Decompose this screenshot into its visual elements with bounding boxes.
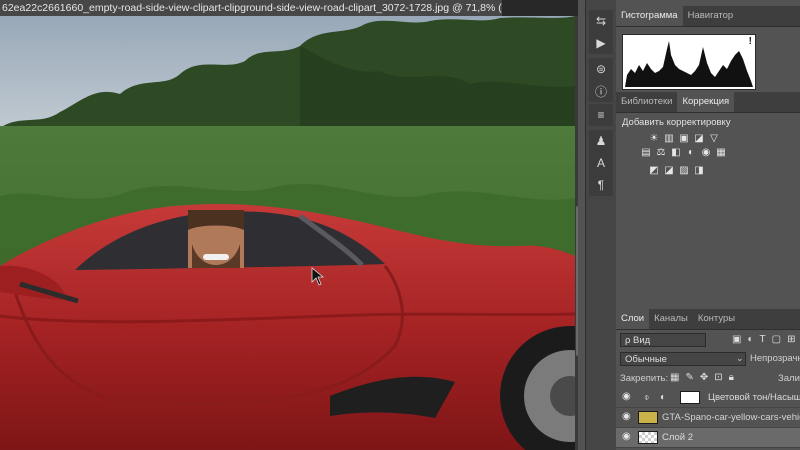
adjustments-panel: Библиотеки Коррекция Добавить корректиро… <box>616 92 800 176</box>
layer-thumbnail[interactable] <box>638 411 658 424</box>
layer-name[interactable]: Цветовой тон/Насыщенность <box>708 392 800 403</box>
filter-adjustment-icon[interactable]: ◐ <box>747 334 753 345</box>
threshold-icon[interactable]: ▨ <box>678 164 690 176</box>
color-lookup-icon[interactable]: ▦ <box>715 146 727 158</box>
collapsed-panels-strip: ⇆ ▶ ⊜ ⓘ ≡ ♟ A ¶ <box>585 0 617 450</box>
layers-tabs: Слои Каналы Контуры <box>616 309 800 330</box>
gradient-map-icon[interactable]: ◨ <box>693 164 705 176</box>
layer-comps-icon[interactable]: ⇆ <box>589 10 613 32</box>
strip-group-3: ≡ <box>589 104 613 126</box>
tab-histogram[interactable]: Гистограмма <box>616 6 683 26</box>
filter-type-icon[interactable]: T <box>760 334 766 345</box>
vibrance-icon[interactable]: ▽ <box>708 132 720 144</box>
character-icon[interactable]: A <box>589 152 613 174</box>
play-icon[interactable]: ▶ <box>589 32 613 54</box>
filter-smart-icon[interactable]: ⊞ <box>787 334 795 345</box>
paragraph-icon[interactable]: ¶ <box>589 174 613 196</box>
adjustments-row-2: ▤ ⚖ ◧ ◐ ◉ ▦ <box>640 144 727 160</box>
invert-icon[interactable]: ◩ <box>648 164 660 176</box>
histogram-tabs: Гистограмма Навигатор <box>616 6 800 27</box>
adjustments-tabs: Библиотеки Коррекция <box>616 92 800 113</box>
levels-icon[interactable]: ▥ <box>663 132 675 144</box>
adjustment-layer-icon: ◐ <box>660 392 667 403</box>
channel-mixer-icon[interactable]: ◉ <box>700 146 712 158</box>
strip-group-1: ⇆ ▶ <box>589 10 613 54</box>
histogram-graph: ! <box>622 34 756 90</box>
visibility-eye-icon[interactable]: ◉ <box>622 412 632 422</box>
filter-image-icon[interactable]: ▣ <box>732 334 741 345</box>
layers-panel: Слои Каналы Контуры <box>616 309 800 330</box>
brightness-icon[interactable]: ☀ <box>648 132 660 144</box>
blend-mode-chevron-icon[interactable]: ⌄ <box>736 353 744 364</box>
filter-shape-icon[interactable]: ▢ <box>772 334 781 345</box>
layer-filter-icons: ▣ ◐ T ▢ ⊞ <box>732 334 795 345</box>
layer-mask-thumbnail[interactable] <box>680 391 700 404</box>
blend-mode-select[interactable]: Обычные <box>620 352 746 366</box>
link-icon: ⌽ <box>644 392 650 402</box>
exposure-icon[interactable]: ◪ <box>693 132 705 144</box>
lock-all-icon[interactable]: 🔒︎ <box>729 372 734 383</box>
right-panel-dock: Гистограмма Навигатор ! Библиотеки Корре… <box>616 0 800 450</box>
vertical-scrollbar[interactable] <box>575 16 578 450</box>
clone-source-icon[interactable]: ♟ <box>589 130 613 152</box>
layer-name[interactable]: GTA-Spano-car-yellow-cars-vehicle-3072 <box>662 412 800 423</box>
adjustments-row-3: ◩ ◪ ▨ ◨ <box>648 162 705 178</box>
scrollbar-thumb[interactable] <box>576 206 578 356</box>
info-icon[interactable]: ⓘ <box>589 80 613 102</box>
layer-thumbnail[interactable] <box>638 431 658 444</box>
brush-presets-icon[interactable]: ⊜ <box>589 58 613 80</box>
photo-filter-icon[interactable]: ◐ <box>685 146 697 158</box>
tab-adjustments[interactable]: Коррекция <box>677 92 735 112</box>
lock-position-icon[interactable]: ✥ <box>700 372 708 383</box>
document-tab[interactable]: 62ea22c2661660_empty-road-side-view-clip… <box>0 0 502 16</box>
layer-name[interactable]: Слой 2 <box>662 432 800 443</box>
lock-label: Закрепить: <box>620 373 669 384</box>
driver-face-image <box>188 210 244 268</box>
histogram-panel: Гистограмма Навигатор <box>616 6 800 27</box>
tab-libraries[interactable]: Библиотеки <box>616 92 677 112</box>
strip-group-2: ⊜ ⓘ <box>589 58 613 102</box>
hue-saturation-icon[interactable]: ▤ <box>640 146 652 158</box>
adjustments-icon[interactable]: ≡ <box>589 104 613 126</box>
strip-group-4: ♟ A ¶ <box>589 130 613 196</box>
visibility-eye-icon[interactable]: ◉ <box>622 392 632 402</box>
lock-transparency-icon[interactable]: ▦ <box>670 372 679 383</box>
curves-icon[interactable]: ▣ <box>678 132 690 144</box>
layer-filter-select[interactable]: ρ Вид <box>620 333 706 347</box>
color-balance-icon[interactable]: ⚖ <box>655 146 667 158</box>
fill-label: Залив <box>778 373 800 384</box>
lock-artboard-icon[interactable]: ⊡ <box>714 372 722 383</box>
visibility-eye-icon[interactable]: ◉ <box>622 432 632 442</box>
tab-navigator[interactable]: Навигатор <box>683 6 739 26</box>
layer-row[interactable]: ◉ GTA-Spano-car-yellow-cars-vehicle-3072 <box>616 408 800 428</box>
lock-icons: ▦ ✎ ✥ ⊡ 🔒︎ <box>670 372 734 383</box>
tab-channels[interactable]: Каналы <box>649 309 693 329</box>
layer-row-selected[interactable]: ◉ Слой 2 <box>616 428 800 448</box>
black-white-icon[interactable]: ◧ <box>670 146 682 158</box>
opacity-label: Непрозрачн <box>750 353 800 364</box>
lock-paint-icon[interactable]: ✎ <box>685 372 693 383</box>
posterize-icon[interactable]: ◪ <box>663 164 675 176</box>
histogram-warning-icon[interactable]: ! <box>749 36 752 47</box>
tab-paths[interactable]: Контуры <box>693 309 740 329</box>
layer-row[interactable]: ◉ ⌽ ◐ Цветовой тон/Насыщенность <box>616 388 800 408</box>
document-image[interactable] <box>0 16 575 450</box>
canvas-area[interactable]: 62ea22c2661660_empty-road-side-view-clip… <box>0 0 578 450</box>
tab-layers[interactable]: Слои <box>616 309 650 329</box>
